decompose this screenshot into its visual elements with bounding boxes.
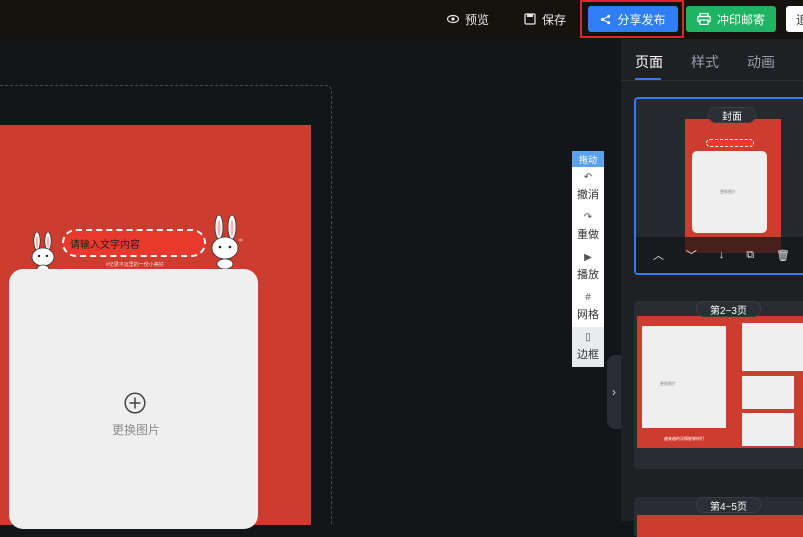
extra-button[interactable]: 追 [786,6,803,32]
add-circle-icon[interactable] [124,392,146,414]
eye-icon [447,14,459,24]
page-badge-cover-label: 封面 [722,111,742,123]
tab-pages[interactable]: 页面 [635,52,663,72]
cover-thumb-caption: 更换图片 [720,189,736,194]
spread-thumb-photo-top [742,323,803,371]
replace-image-label[interactable]: 更换图片 [112,421,160,438]
chevron-right-icon: › [612,385,616,399]
title-text-box[interactable]: 请输入文字内容 [62,229,206,257]
play-label: 播放 [577,269,599,281]
grid-button[interactable]: # 网格 [572,287,604,327]
rabbit-right-icon [211,214,243,270]
printer-icon [697,13,711,25]
right-panel: 页面 样式 动画 更换图片 封面 ︿ ﹀ ↓ ⧉ 🗑 更换图片 越来越的深情能够… [621,39,803,537]
redo-label: 重做 [577,229,599,241]
rabbit-left-icon [31,231,55,273]
panel-collapse-toggle[interactable]: › [607,355,621,429]
subtitle-text: #记录平淡里的一份小美好 [106,262,164,268]
print-label: 冲印邮寄 [716,12,765,27]
page-badge-4-5: 第4~5页 [696,497,761,513]
page-actions: ︿ ﹀ ↓ ⧉ 🗑 [636,237,803,273]
save-icon [524,13,536,25]
undo-button[interactable]: ↶ 撤消 [572,167,604,207]
move-down-icon[interactable]: ﹀ [686,247,697,263]
grid-label: 网格 [577,309,599,321]
cover-thumb-title [706,139,754,147]
play-icon: ▶ [584,252,592,263]
move-to-bottom-icon[interactable]: ↓ [719,249,725,261]
border-button[interactable]: ▯ 边框 [572,327,604,367]
spread-thumb-photo-mid [742,376,794,409]
share-icon [601,14,611,24]
undo-label: 撤消 [577,189,599,201]
play-button[interactable]: ▶ 播放 [572,247,604,287]
active-tab-indicator [635,78,661,80]
save-label: 保存 [542,12,567,27]
grid-icon: # [585,292,591,303]
spread-thumb-photo-bottom [742,413,794,446]
spread-thumb-image-2 [637,515,803,537]
print-mail-button[interactable]: 冲印邮寄 [686,6,776,32]
page-badge-2-3-label: 第2~3页 [710,305,747,317]
tab-styles[interactable]: 样式 [691,52,719,72]
phone-frame-icon: ▯ [585,332,591,343]
border-label: 边框 [577,349,599,361]
panel-tabs: 页面 样式 动画 [621,39,803,81]
share-label: 分享发布 [617,12,666,27]
save-button[interactable]: 保存 [524,9,566,29]
extra-label: 追 [796,12,803,27]
drag-handle[interactable]: 拖动 [572,151,604,167]
page-badge-2-3: 第2~3页 [696,301,761,317]
spread-thumb-photo-left [642,326,726,428]
floating-toolbox: 拖动 ↶ 撤消 ↷ 重做 ▶ 播放 # 网格 ▯ 边框 [572,151,604,367]
move-up-icon[interactable]: ︿ [653,247,664,263]
page-thumb-2-3[interactable]: 更换图片 越来越的深情能够你们 第2~3页 [634,301,803,469]
page-thumb-4-5[interactable]: 第4~5页 [634,497,803,537]
preview-label: 预览 [465,12,490,27]
drag-label: 拖动 [578,154,597,165]
share-publish-button[interactable]: 分享发布 [588,6,678,32]
spread-thumb-inner-caption: 越来越的深情能够你们 [664,436,704,441]
undo-icon: ↶ [583,172,593,183]
title-placeholder: 请输入文字内容 [70,240,140,251]
page-badge-cover: 封面 [708,107,756,123]
page-badge-4-5-label: 第4~5页 [710,501,747,513]
tab-animation[interactable]: 动画 [747,52,775,72]
redo-button[interactable]: ↷ 重做 [572,207,604,247]
page-thumb-cover[interactable]: 更换图片 封面 ︿ ﹀ ↓ ⧉ 🗑 [634,97,803,275]
preview-button[interactable]: 预览 [447,9,489,29]
spread-thumb-caption: 更换图片 [660,381,676,386]
copy-icon[interactable]: ⧉ [746,249,754,262]
top-toolbar: 预览 保存 分享发布 冲印邮寄 追 [0,0,803,39]
redo-icon: ↷ [583,212,593,223]
delete-icon[interactable]: 🗑 [776,249,790,262]
